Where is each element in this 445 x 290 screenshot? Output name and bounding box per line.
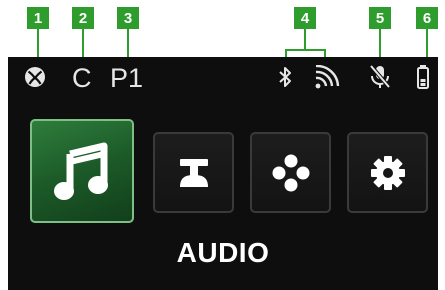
callout-6: 6: [416, 7, 438, 29]
preset-indicator: P1: [110, 63, 144, 93]
music-note-icon: [54, 142, 108, 200]
battery-icon: [417, 65, 429, 89]
dpad-buttons-icon: [272, 154, 309, 191]
wireless-signal-icon: [315, 65, 340, 89]
selected-mode-label: AUDIO: [176, 237, 270, 268]
leader-line-4-stem: [304, 29, 306, 51]
callout-2: 2: [72, 7, 94, 29]
settings-tile[interactable]: [347, 132, 428, 213]
device-screen: C P1 AUDIO: [8, 57, 438, 290]
profile-letter: C: [72, 63, 92, 93]
bluetooth-icon: [279, 67, 291, 87]
equalizer-tile[interactable]: [153, 132, 234, 213]
equalizer-slider-icon: [179, 158, 208, 187]
xbox-logo-icon: [25, 67, 45, 87]
callout-3: 3: [117, 7, 139, 29]
mic-muted-icon: [369, 64, 391, 89]
callout-5: 5: [369, 7, 391, 29]
settings-gear-icon: [370, 155, 405, 190]
audio-tile[interactable]: [30, 119, 134, 223]
callout-4: 4: [294, 7, 316, 29]
callout-1: 1: [27, 7, 49, 29]
controls-tile[interactable]: [250, 132, 331, 213]
leader-line-4-bar: [285, 49, 326, 51]
